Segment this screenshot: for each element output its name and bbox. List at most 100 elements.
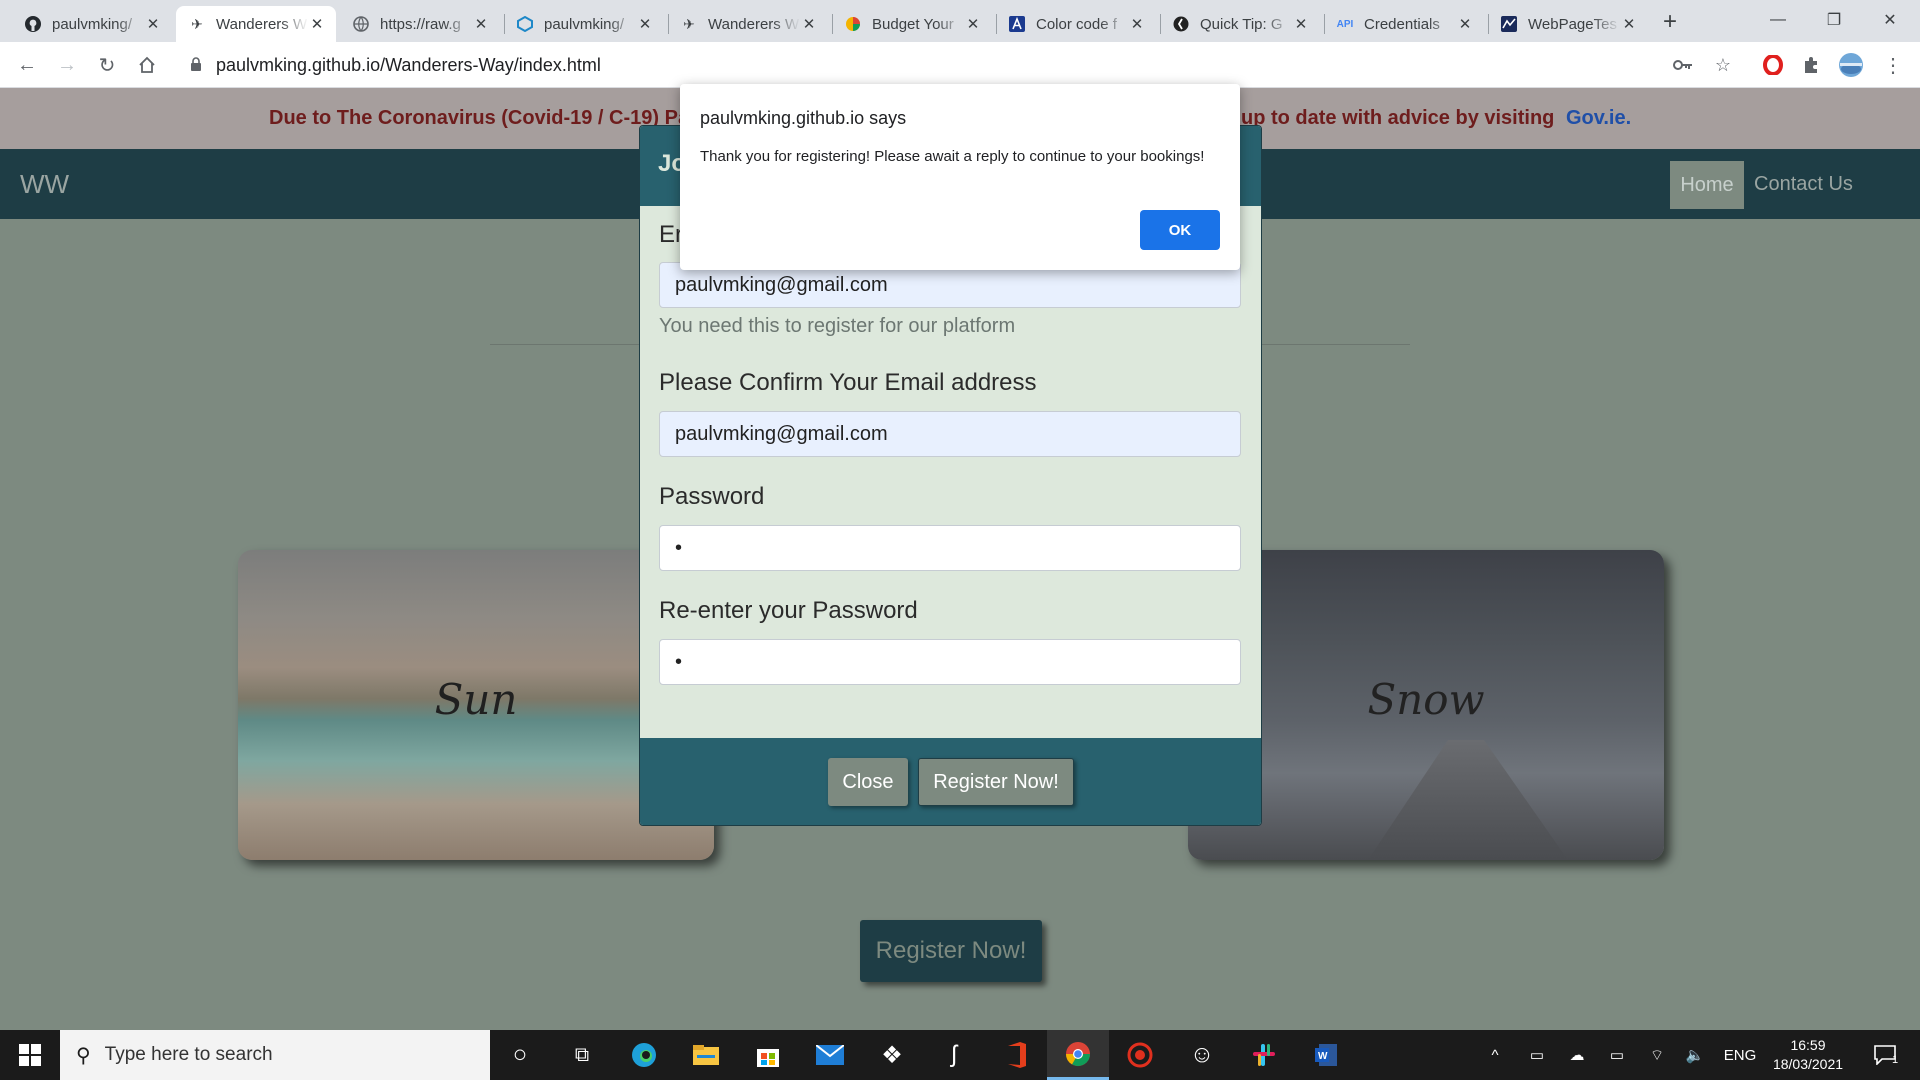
notification-icon[interactable]: 1 bbox=[1866, 1030, 1906, 1080]
codepen-icon bbox=[1172, 15, 1190, 33]
emoji-app-icon[interactable]: ☺ bbox=[1171, 1030, 1233, 1080]
language-indicator[interactable]: ENG bbox=[1722, 1030, 1758, 1080]
chrome-icon[interactable] bbox=[1047, 1030, 1109, 1080]
windows-taskbar: ⚲ Type here to search ○ ⧉ ❖ ʃ ☺ W ^ ▭ ☁ … bbox=[0, 1030, 1920, 1080]
lock-icon[interactable] bbox=[190, 56, 204, 74]
cortana-icon[interactable]: ○ bbox=[489, 1030, 551, 1080]
tab-budget[interactable]: Budget Your ✕ bbox=[832, 6, 992, 42]
netlify-icon bbox=[516, 15, 534, 33]
api-icon: API bbox=[1336, 18, 1354, 30]
svg-text:W: W bbox=[1318, 1051, 1328, 1062]
new-tab-button[interactable]: + bbox=[1656, 8, 1684, 36]
confirm-email-field[interactable] bbox=[659, 411, 1241, 457]
microsoft-store-icon[interactable] bbox=[737, 1030, 799, 1080]
chevron-up-icon[interactable]: ^ bbox=[1482, 1030, 1508, 1080]
opera-icon[interactable] bbox=[1760, 52, 1786, 78]
browser-tab-strip: paulvmking/ ✕ ✈ Wanderers W ✕ https://ra… bbox=[0, 0, 1920, 42]
close-tab-icon[interactable]: ✕ bbox=[800, 15, 818, 33]
ok-button[interactable]: OK bbox=[1140, 210, 1220, 250]
task-view-icon[interactable]: ⧉ bbox=[551, 1030, 613, 1080]
github-icon bbox=[24, 15, 42, 33]
alert-title: paulvmking.github.io says bbox=[700, 108, 907, 128]
profile-avatar-icon[interactable] bbox=[1838, 52, 1864, 78]
home-icon[interactable] bbox=[132, 50, 162, 80]
volume-icon[interactable]: 🔈 bbox=[1682, 1030, 1708, 1080]
close-tab-icon[interactable]: ✕ bbox=[1292, 15, 1310, 33]
tab-wanderers-way-2[interactable]: ✈ Wanderers W ✕ bbox=[668, 6, 828, 42]
tab-wanderers-way[interactable]: ✈ Wanderers W ✕ bbox=[176, 6, 336, 42]
tab-webpagetest[interactable]: WebPageTes ✕ bbox=[1488, 6, 1648, 42]
key-icon[interactable] bbox=[1670, 52, 1696, 78]
meet-now-icon[interactable]: ▭ bbox=[1524, 1030, 1550, 1080]
password-field[interactable] bbox=[659, 525, 1241, 571]
mail-icon[interactable] bbox=[799, 1030, 861, 1080]
slack-icon[interactable] bbox=[1233, 1030, 1295, 1080]
gov-ie-link[interactable]: Gov.ie. bbox=[1566, 107, 1631, 129]
close-tab-icon[interactable]: ✕ bbox=[964, 15, 982, 33]
clock[interactable]: 16:59 18/03/2021 bbox=[1760, 1036, 1856, 1074]
covid-banner-tail: up to date with advice by visiting Gov.i… bbox=[1241, 107, 1632, 129]
tab-credentials[interactable]: API Credentials ✕ bbox=[1324, 6, 1484, 42]
file-explorer-icon[interactable] bbox=[675, 1030, 737, 1080]
slack-like-app-icon[interactable]: ʃ bbox=[923, 1030, 985, 1080]
alert-message: Thank you for registering! Please await … bbox=[700, 148, 1205, 165]
modal-register-button[interactable]: Register Now! bbox=[918, 758, 1074, 806]
modal-footer: Close Register Now! bbox=[640, 738, 1261, 825]
bookmark-star-icon[interactable]: ☆ bbox=[1710, 52, 1736, 78]
nav-contact-link[interactable]: Contact Us bbox=[1754, 173, 1853, 196]
browser-toolbar: ← → ↻ paulvmking.github.io/Wanderers-Way… bbox=[0, 42, 1920, 88]
close-tab-icon[interactable]: ✕ bbox=[1128, 15, 1146, 33]
back-arrow-icon[interactable]: ← bbox=[12, 50, 42, 80]
confirm-email-label: Please Confirm Your Email address bbox=[659, 369, 1037, 396]
close-tab-icon[interactable]: ✕ bbox=[144, 15, 162, 33]
taskbar-search-box[interactable]: ⚲ Type here to search bbox=[60, 1030, 490, 1080]
page-register-button[interactable]: Register Now! bbox=[860, 920, 1042, 982]
nav-home-link[interactable]: Home bbox=[1670, 161, 1744, 209]
close-tab-icon[interactable]: ✕ bbox=[472, 15, 490, 33]
tab-color-code[interactable]: Color code f ✕ bbox=[996, 6, 1156, 42]
close-tab-icon[interactable]: ✕ bbox=[308, 15, 326, 33]
clock-time: 16:59 bbox=[1790, 1037, 1826, 1053]
windows-start-icon[interactable] bbox=[0, 1030, 60, 1080]
tab-raw-github[interactable]: https://raw.g ✕ bbox=[340, 6, 500, 42]
snow-road-image bbox=[1368, 740, 1568, 860]
forward-arrow-icon[interactable]: → bbox=[52, 50, 82, 80]
dropbox-icon[interactable]: ❖ bbox=[861, 1030, 923, 1080]
url-text: paulvmking.github.io/Wanderers-Way/index… bbox=[216, 54, 601, 75]
close-button[interactable]: Close bbox=[828, 758, 908, 806]
close-window-button[interactable]: ✕ bbox=[1862, 0, 1918, 40]
brand-logo[interactable]: WW bbox=[20, 169, 69, 200]
letter-a-icon bbox=[1008, 15, 1026, 33]
record-icon[interactable] bbox=[1109, 1030, 1171, 1080]
close-tab-icon[interactable]: ✕ bbox=[1456, 15, 1474, 33]
word-icon[interactable]: W bbox=[1295, 1030, 1357, 1080]
reload-icon[interactable]: ↻ bbox=[92, 50, 122, 80]
webpagetest-icon bbox=[1500, 15, 1518, 33]
notification-count: 1 bbox=[1891, 1054, 1899, 1066]
close-tab-icon[interactable]: ✕ bbox=[636, 15, 654, 33]
battery-icon[interactable]: ▭ bbox=[1604, 1030, 1630, 1080]
restore-window-button[interactable]: ❐ bbox=[1806, 0, 1862, 40]
repassword-field[interactable] bbox=[659, 639, 1241, 685]
menu-kebab-icon[interactable]: ⋮ bbox=[1880, 52, 1906, 78]
office-icon[interactable] bbox=[985, 1030, 1047, 1080]
close-tab-icon[interactable]: ✕ bbox=[1620, 15, 1638, 33]
wifi-icon[interactable]: ⌔ bbox=[1644, 1030, 1670, 1080]
onedrive-icon[interactable]: ☁ bbox=[1564, 1030, 1590, 1080]
repassword-label: Re-enter your Password bbox=[659, 597, 918, 624]
clock-date: 18/03/2021 bbox=[1772, 1056, 1844, 1072]
email-help-text: You need this to register for our platfo… bbox=[659, 315, 1016, 337]
airplane-icon: ✈ bbox=[683, 15, 695, 32]
address-bar[interactable]: paulvmking.github.io/Wanderers-Way/index… bbox=[176, 48, 1696, 82]
globe-icon bbox=[352, 15, 370, 33]
search-placeholder: Type here to search bbox=[104, 1044, 273, 1065]
alert-dialog: paulvmking.github.io says Thank you for … bbox=[680, 84, 1240, 270]
password-label: Password bbox=[659, 483, 765, 510]
tab-quick-tip[interactable]: Quick Tip: G ✕ bbox=[1160, 6, 1320, 42]
covid-banner-text: Due to The Coronavirus (Covid-19 / C-19)… bbox=[269, 107, 690, 129]
tab-github[interactable]: paulvmking/ ✕ bbox=[12, 6, 172, 42]
tab-netlify[interactable]: paulvmking/ ✕ bbox=[504, 6, 664, 42]
edge-icon[interactable] bbox=[613, 1030, 675, 1080]
minimize-window-button[interactable]: — bbox=[1750, 0, 1806, 40]
extensions-puzzle-icon[interactable] bbox=[1798, 52, 1824, 78]
